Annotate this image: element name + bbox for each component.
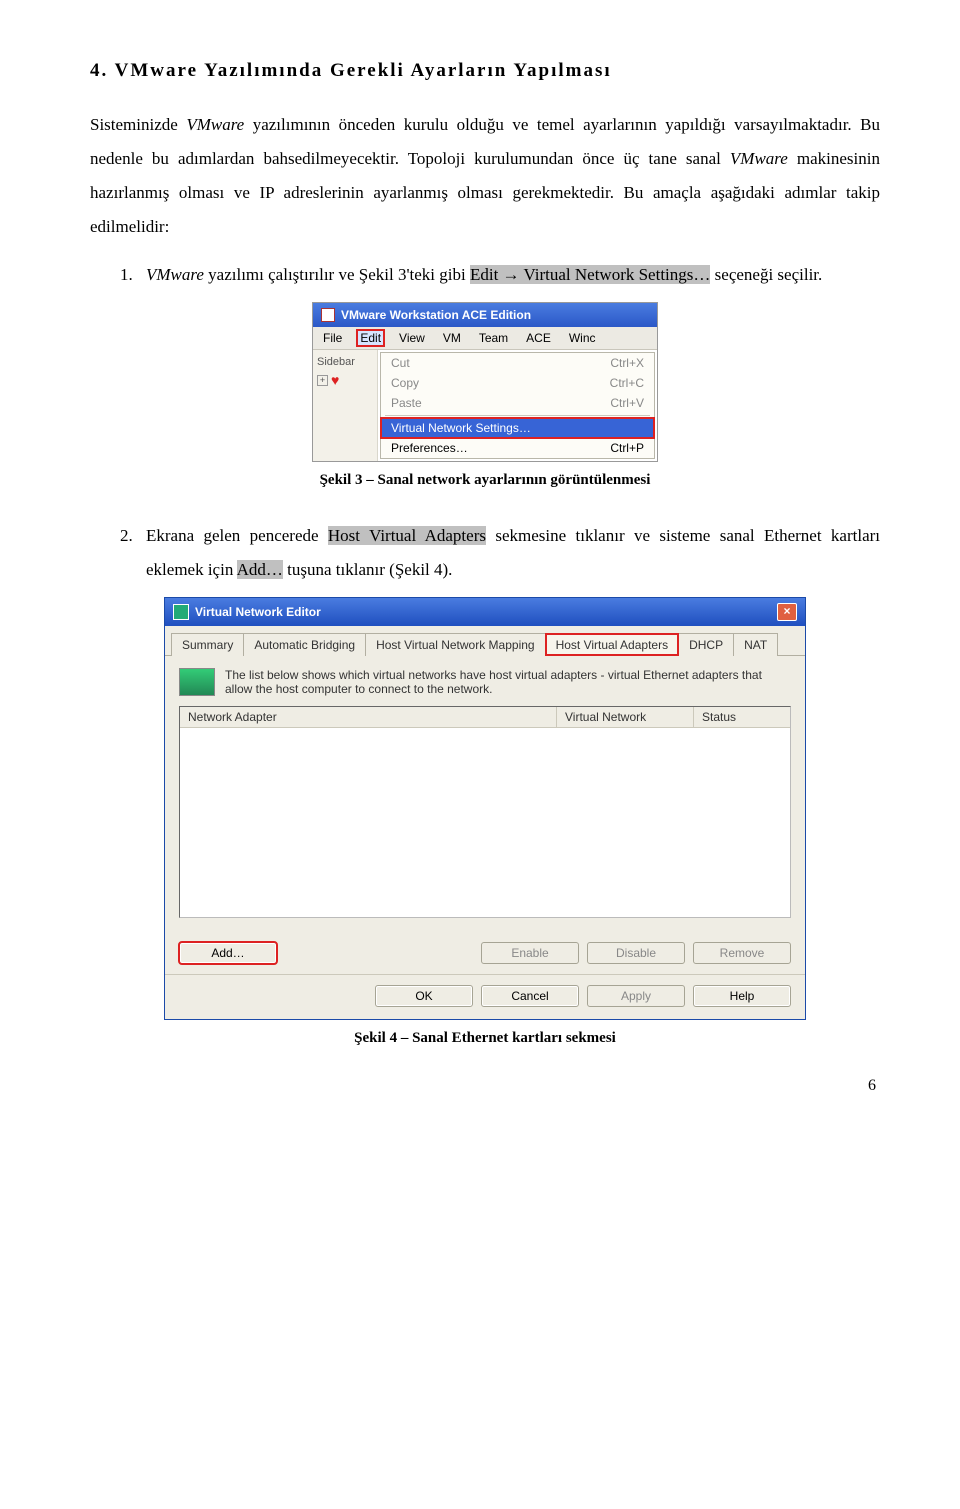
italic-text: VMware [730, 149, 788, 168]
highlight-text: Add… [237, 560, 283, 579]
tab-description: The list below shows which virtual netwo… [165, 656, 805, 702]
window-titlebar: Virtual Network Editor × [165, 598, 805, 626]
app-icon [173, 604, 189, 620]
window-title: Virtual Network Editor [195, 605, 321, 619]
menu-item-shortcut: Ctrl+C [610, 376, 644, 390]
sidebar: Sidebar + ♥ [313, 350, 378, 461]
menu-vm[interactable]: VM [439, 329, 465, 347]
sidebar-label: Sidebar [317, 356, 373, 368]
tab-host-virtual-network-mapping[interactable]: Host Virtual Network Mapping [365, 633, 546, 656]
list-text: VMware yazılımı çalıştırılır ve Şekil 3'… [146, 258, 822, 292]
section-heading: 4. VMware Yazılımında Gerekli Ayarların … [90, 60, 880, 82]
network-card-icon [179, 668, 215, 696]
col-network-adapter[interactable]: Network Adapter [180, 707, 557, 727]
menu-item-label: Virtual Network Settings… [391, 421, 531, 435]
adapters-list[interactable]: Network Adapter Virtual Network Status [179, 706, 791, 918]
figure-caption-3: Şekil 3 – Sanal network ayarlarının görü… [90, 472, 880, 489]
tab-nat[interactable]: NAT [733, 633, 778, 656]
page-number: 6 [90, 1077, 880, 1095]
highlight-text: Host Virtual Adapters [328, 526, 486, 545]
list-number: 2. [120, 519, 146, 587]
tab-summary[interactable]: Summary [171, 633, 244, 656]
list-header: Network Adapter Virtual Network Status [180, 707, 790, 728]
help-button[interactable]: Help [693, 985, 791, 1007]
text: tuşuna tıklanır (Şekil 4). [283, 560, 453, 579]
enable-button[interactable]: Enable [481, 942, 579, 964]
list-text: Ekrana gelen pencerede Host Virtual Adap… [146, 519, 880, 587]
menu-item-paste[interactable]: Paste Ctrl+V [381, 393, 654, 413]
text: yazılımı çalıştırılır ve Şekil 3'teki gi… [204, 265, 470, 284]
close-button[interactable]: × [777, 603, 797, 621]
menu-team[interactable]: Team [475, 329, 512, 347]
figure-caption-4: Şekil 4 – Sanal Ethernet kartları sekmes… [90, 1030, 880, 1047]
highlight-text: Edit → Virtual Network Settings… [470, 265, 710, 284]
col-virtual-network[interactable]: Virtual Network [557, 707, 694, 727]
text: Sisteminizde [90, 115, 186, 134]
menu-item-label: Paste [391, 396, 422, 410]
screenshot-vmware-menu: VMware Workstation ACE Edition File Edit… [312, 302, 658, 462]
menu-ace[interactable]: ACE [522, 329, 555, 347]
menu-separator [385, 415, 650, 416]
menu-window[interactable]: Winc [565, 329, 600, 347]
tab-host-virtual-adapters[interactable]: Host Virtual Adapters [545, 633, 680, 656]
disable-button[interactable]: Disable [587, 942, 685, 964]
window-titlebar: VMware Workstation ACE Edition [313, 303, 657, 327]
dialog-footer: OK Cancel Apply Help [165, 974, 805, 1019]
edit-dropdown-menu: Cut Ctrl+X Copy Ctrl+C Paste Ctrl+V Virt… [380, 352, 655, 459]
ok-button[interactable]: OK [375, 985, 473, 1007]
list-item-1: 1. VMware yazılımı çalıştırılır ve Şekil… [120, 258, 880, 292]
menu-item-label: Preferences… [391, 441, 468, 455]
menu-item-cut[interactable]: Cut Ctrl+X [381, 353, 654, 373]
menu-item-preferences[interactable]: Preferences… Ctrl+P [381, 438, 654, 458]
action-button-row: Add… Enable Disable Remove [165, 928, 805, 974]
list-number: 1. [120, 258, 146, 292]
apply-button[interactable]: Apply [587, 985, 685, 1007]
cancel-button[interactable]: Cancel [481, 985, 579, 1007]
add-button[interactable]: Add… [179, 942, 277, 964]
menu-item-shortcut: Ctrl+P [610, 441, 644, 455]
menu-item-label: Cut [391, 356, 410, 370]
description-text: The list below shows which virtual netwo… [225, 668, 791, 696]
italic-text: VMware [146, 265, 204, 284]
menu-file[interactable]: File [319, 329, 346, 347]
text: Ekrana gelen pencerede [146, 526, 328, 545]
menu-item-virtual-network-settings[interactable]: Virtual Network Settings… [381, 418, 654, 438]
window-title: VMware Workstation ACE Edition [341, 308, 531, 322]
menubar[interactable]: File Edit View VM Team ACE Winc [313, 327, 657, 350]
menu-item-label: Copy [391, 376, 419, 390]
text: seçeneği seçilir. [710, 265, 822, 284]
menu-item-copy[interactable]: Copy Ctrl+C [381, 373, 654, 393]
remove-button[interactable]: Remove [693, 942, 791, 964]
tab-dhcp[interactable]: DHCP [678, 633, 734, 656]
list-item-2: 2. Ekrana gelen pencerede Host Virtual A… [120, 519, 880, 587]
tab-automatic-bridging[interactable]: Automatic Bridging [243, 633, 366, 656]
tree-expand-icon[interactable]: + [317, 375, 328, 386]
col-status[interactable]: Status [694, 707, 790, 727]
screenshot-virtual-network-editor: Virtual Network Editor × Summary Automat… [164, 597, 806, 1020]
paragraph-1: Sisteminizde VMware yazılımının önceden … [90, 108, 880, 244]
tab-bar: Summary Automatic Bridging Host Virtual … [165, 626, 805, 656]
favorites-icon: ♥ [331, 372, 339, 388]
menu-edit[interactable]: Edit [356, 329, 385, 347]
italic-text: VMware [186, 115, 244, 134]
menu-item-shortcut: Ctrl+X [610, 356, 644, 370]
app-icon [321, 308, 335, 322]
menu-item-shortcut: Ctrl+V [610, 396, 644, 410]
menu-view[interactable]: View [395, 329, 429, 347]
sidebar-tree[interactable]: + ♥ [317, 372, 373, 388]
